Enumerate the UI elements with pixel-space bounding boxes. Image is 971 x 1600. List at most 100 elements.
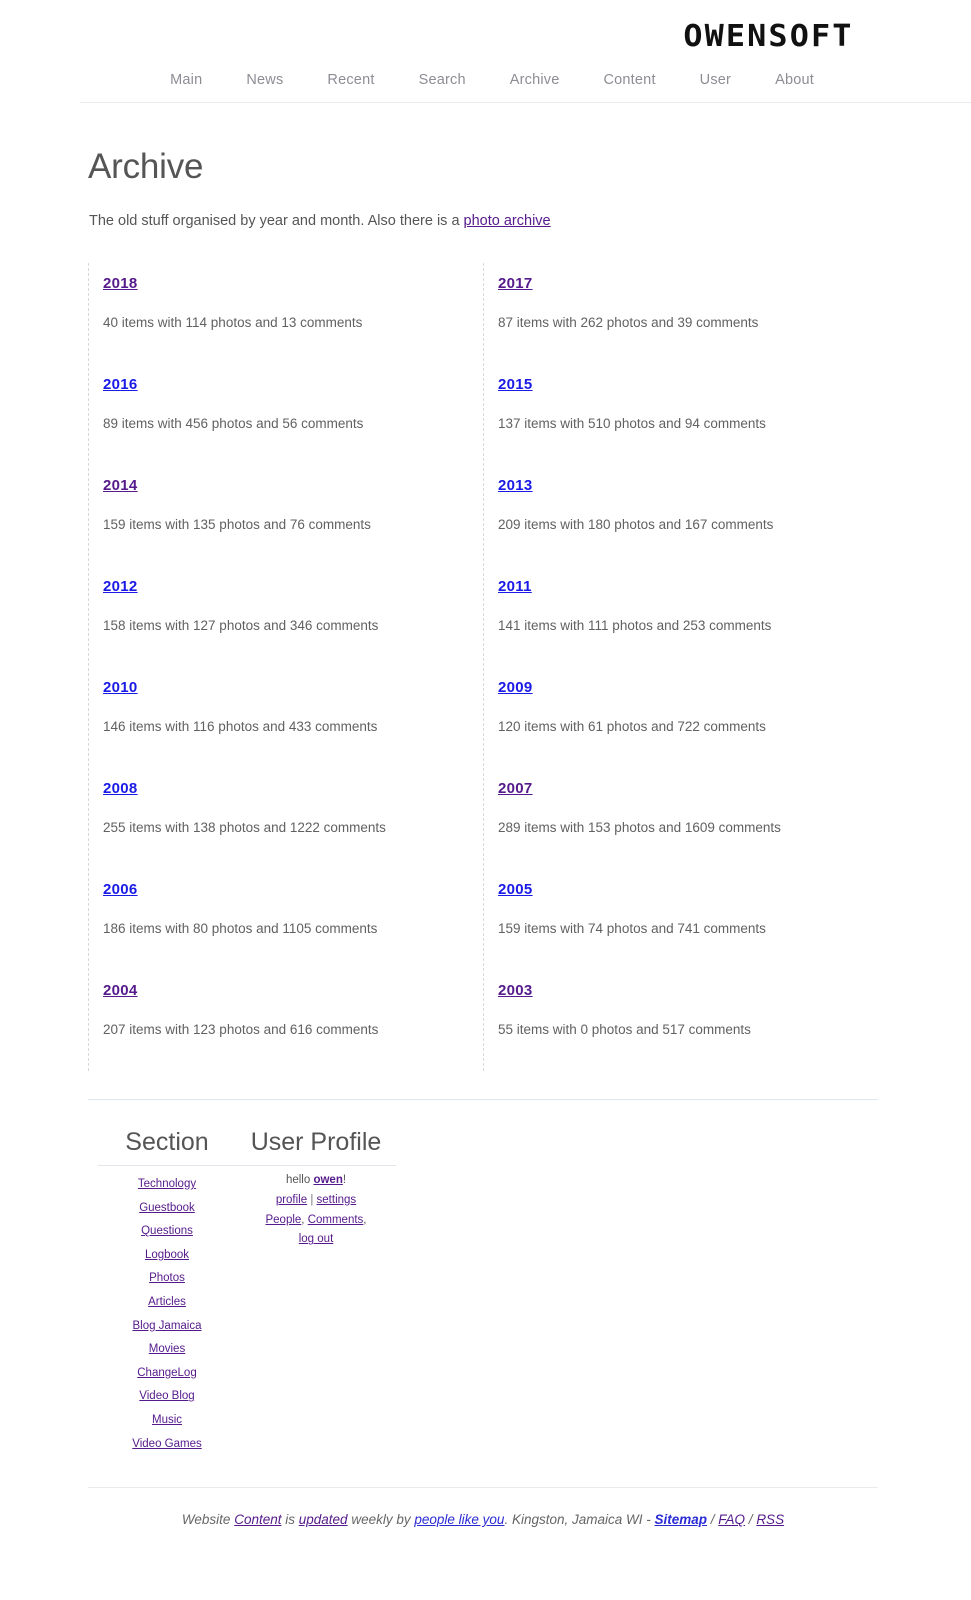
archive-year-block: 2007 289 items with 153 photos and 1609 c… [484, 768, 878, 869]
archive-year-block: 2013 209 items with 180 photos and 167 co… [484, 465, 878, 566]
archive-year-block: 2009 120 items with 61 photos and 722 com… [484, 667, 878, 768]
section-link-video-games[interactable]: Video Games [132, 1438, 201, 1450]
logout-line: log out [236, 1233, 396, 1247]
archive-year-block: 2014 159 items with 135 photos and 76 com… [89, 465, 483, 566]
nav-item-archive[interactable]: Archive [510, 72, 560, 88]
archive-year-link-2014[interactable]: 2014 [103, 477, 138, 494]
archive-year-stats: 158 items with 127 photos and 346 commen… [103, 618, 379, 633]
footer-panels: Section Technology Guestbook Questions Logb… [88, 1128, 971, 1457]
archive-year-stats: 120 items with 61 photos and 722 comment… [498, 719, 766, 734]
user-profile-body: hello owen! profile | settings People, C… [236, 1174, 396, 1247]
archive-year-block: 2016 89 items with 456 photos and 56 comm… [89, 364, 483, 465]
section-link-list: Technology Guestbook Questions Logbook Photo… [98, 1174, 236, 1451]
people-comments-line: People, Comments, [236, 1214, 396, 1228]
section-link-articles[interactable]: Articles [148, 1296, 186, 1308]
colophon-rss-link[interactable]: RSS [756, 1512, 784, 1527]
colophon: Website Content is updated weekly by peo… [88, 1488, 878, 1527]
list-item: Logbook [98, 1245, 236, 1263]
archive-year-stats: 87 items with 262 photos and 39 comments [498, 315, 759, 330]
colophon-content-link[interactable]: Content [234, 1512, 281, 1527]
list-item: Guestbook [98, 1198, 236, 1216]
greeting-prefix: hello [285, 1174, 314, 1186]
greeting-line: hello owen! [236, 1174, 396, 1188]
archive-year-link-2013[interactable]: 2013 [498, 477, 533, 494]
archive-year-link-2018[interactable]: 2018 [103, 275, 138, 292]
section-panel-heading: Section [125, 1128, 209, 1156]
section-link-blog-jamaica[interactable]: Blog Jamaica [132, 1320, 201, 1332]
section-link-logbook[interactable]: Logbook [145, 1249, 189, 1261]
archive-year-link-2009[interactable]: 2009 [498, 679, 533, 696]
section-link-video-blog[interactable]: Video Blog [139, 1390, 194, 1402]
nav-item-search[interactable]: Search [419, 72, 466, 88]
archive-year-link-2003[interactable]: 2003 [498, 982, 533, 999]
archive-year-link-2010[interactable]: 2010 [103, 679, 138, 696]
nav-item-content[interactable]: Content [603, 72, 655, 88]
people-link[interactable]: People [265, 1214, 301, 1226]
archive-year-link-2008[interactable]: 2008 [103, 780, 138, 797]
nav-item-news[interactable]: News [246, 72, 283, 88]
archive-year-stats: 255 items with 138 photos and 1222 comme… [103, 820, 386, 835]
nav-item-list: Main News Recent Search Archive Content User Ab… [80, 72, 853, 88]
nav-item-main[interactable]: Main [170, 72, 202, 88]
logout-link[interactable]: log out [299, 1233, 334, 1245]
section-link-changelog[interactable]: ChangeLog [137, 1367, 196, 1379]
page-intro: The old stuff organised by year and mont… [89, 213, 971, 229]
archive-year-link-2007[interactable]: 2007 [498, 780, 533, 797]
archive-year-link-2017[interactable]: 2017 [498, 275, 533, 292]
photo-archive-link[interactable]: photo archive [464, 213, 551, 229]
colophon-sitemap-link[interactable]: Sitemap [655, 1512, 708, 1527]
archive-year-stats: 209 items with 180 photos and 167 commen… [498, 517, 774, 532]
section-panel: Section Technology Guestbook Questions Logb… [98, 1128, 236, 1457]
colophon-faq-link[interactable]: FAQ [718, 1512, 745, 1527]
section-link-music[interactable]: Music [152, 1414, 182, 1426]
list-item: Video Games [98, 1434, 236, 1452]
archive-year-block: 2003 55 items with 0 photos and 517 comme… [484, 970, 878, 1071]
section-link-guestbook[interactable]: Guestbook [139, 1202, 195, 1214]
list-item: Music [98, 1410, 236, 1428]
section-link-questions[interactable]: Questions [141, 1225, 193, 1237]
profile-link[interactable]: profile [276, 1194, 307, 1206]
archive-year-link-2006[interactable]: 2006 [103, 881, 138, 898]
profile-settings-line: profile | settings [236, 1194, 396, 1208]
section-link-movies[interactable]: Movies [149, 1343, 185, 1355]
list-item: Movies [98, 1339, 236, 1357]
nav-item-about[interactable]: About [775, 72, 814, 88]
list-item: Articles [98, 1292, 236, 1310]
archive-column-right: 2017 87 items with 262 photos and 39 comm… [483, 263, 878, 1071]
archive-year-link-2012[interactable]: 2012 [103, 578, 138, 595]
settings-link[interactable]: settings [317, 1194, 357, 1206]
archive-year-link-2005[interactable]: 2005 [498, 881, 533, 898]
archive-year-stats: 159 items with 135 photos and 76 comment… [103, 517, 371, 532]
section-link-technology[interactable]: Technology [138, 1178, 196, 1190]
page-title: Archive [88, 147, 204, 186]
nav-item-user[interactable]: User [700, 72, 731, 88]
colophon-text-5: / [707, 1512, 719, 1528]
archive-year-stats: 40 items with 114 photos and 13 comments [103, 315, 363, 330]
colophon-updated-link[interactable]: updated [299, 1512, 348, 1527]
nav-item-recent[interactable]: Recent [327, 72, 374, 88]
username-link[interactable]: owen [313, 1174, 342, 1186]
profile-separator: | [307, 1193, 317, 1206]
colophon-people-link[interactable]: people like you [414, 1512, 504, 1527]
list-item: Video Blog [98, 1386, 236, 1404]
archive-year-stats: 89 items with 456 photos and 56 comments [103, 416, 364, 431]
section-link-photos[interactable]: Photos [149, 1272, 185, 1284]
site-logo[interactable]: OWENSOFT [683, 22, 853, 52]
archive-year-block: 2011 141 items with 111 photos and 253 co… [484, 566, 878, 667]
archive-year-stats: 137 items with 510 photos and 94 comment… [498, 416, 766, 431]
intro-text: The old stuff organised by year and mont… [89, 213, 464, 229]
archive-year-link-2004[interactable]: 2004 [103, 982, 138, 999]
archive-year-stats: 207 items with 123 photos and 616 commen… [103, 1022, 379, 1037]
user-profile-heading: User Profile [250, 1128, 382, 1156]
colophon-text-4: . Kingston, Jamaica WI - [504, 1512, 655, 1528]
list-item: Technology [98, 1174, 236, 1192]
comments-link[interactable]: Comments [308, 1214, 364, 1226]
masthead: OWENSOFT [0, 0, 971, 52]
archive-year-link-2015[interactable]: 2015 [498, 376, 533, 393]
colophon-text-6: / [745, 1512, 757, 1528]
archive-year-link-2016[interactable]: 2016 [103, 376, 138, 393]
archive-grid: 2018 40 items with 114 photos and 13 comm… [88, 263, 878, 1071]
archive-column-left: 2018 40 items with 114 photos and 13 comm… [88, 263, 483, 1071]
archive-year-link-2011[interactable]: 2011 [498, 578, 532, 595]
archive-year-block: 2015 137 items with 510 photos and 94 com… [484, 364, 878, 465]
